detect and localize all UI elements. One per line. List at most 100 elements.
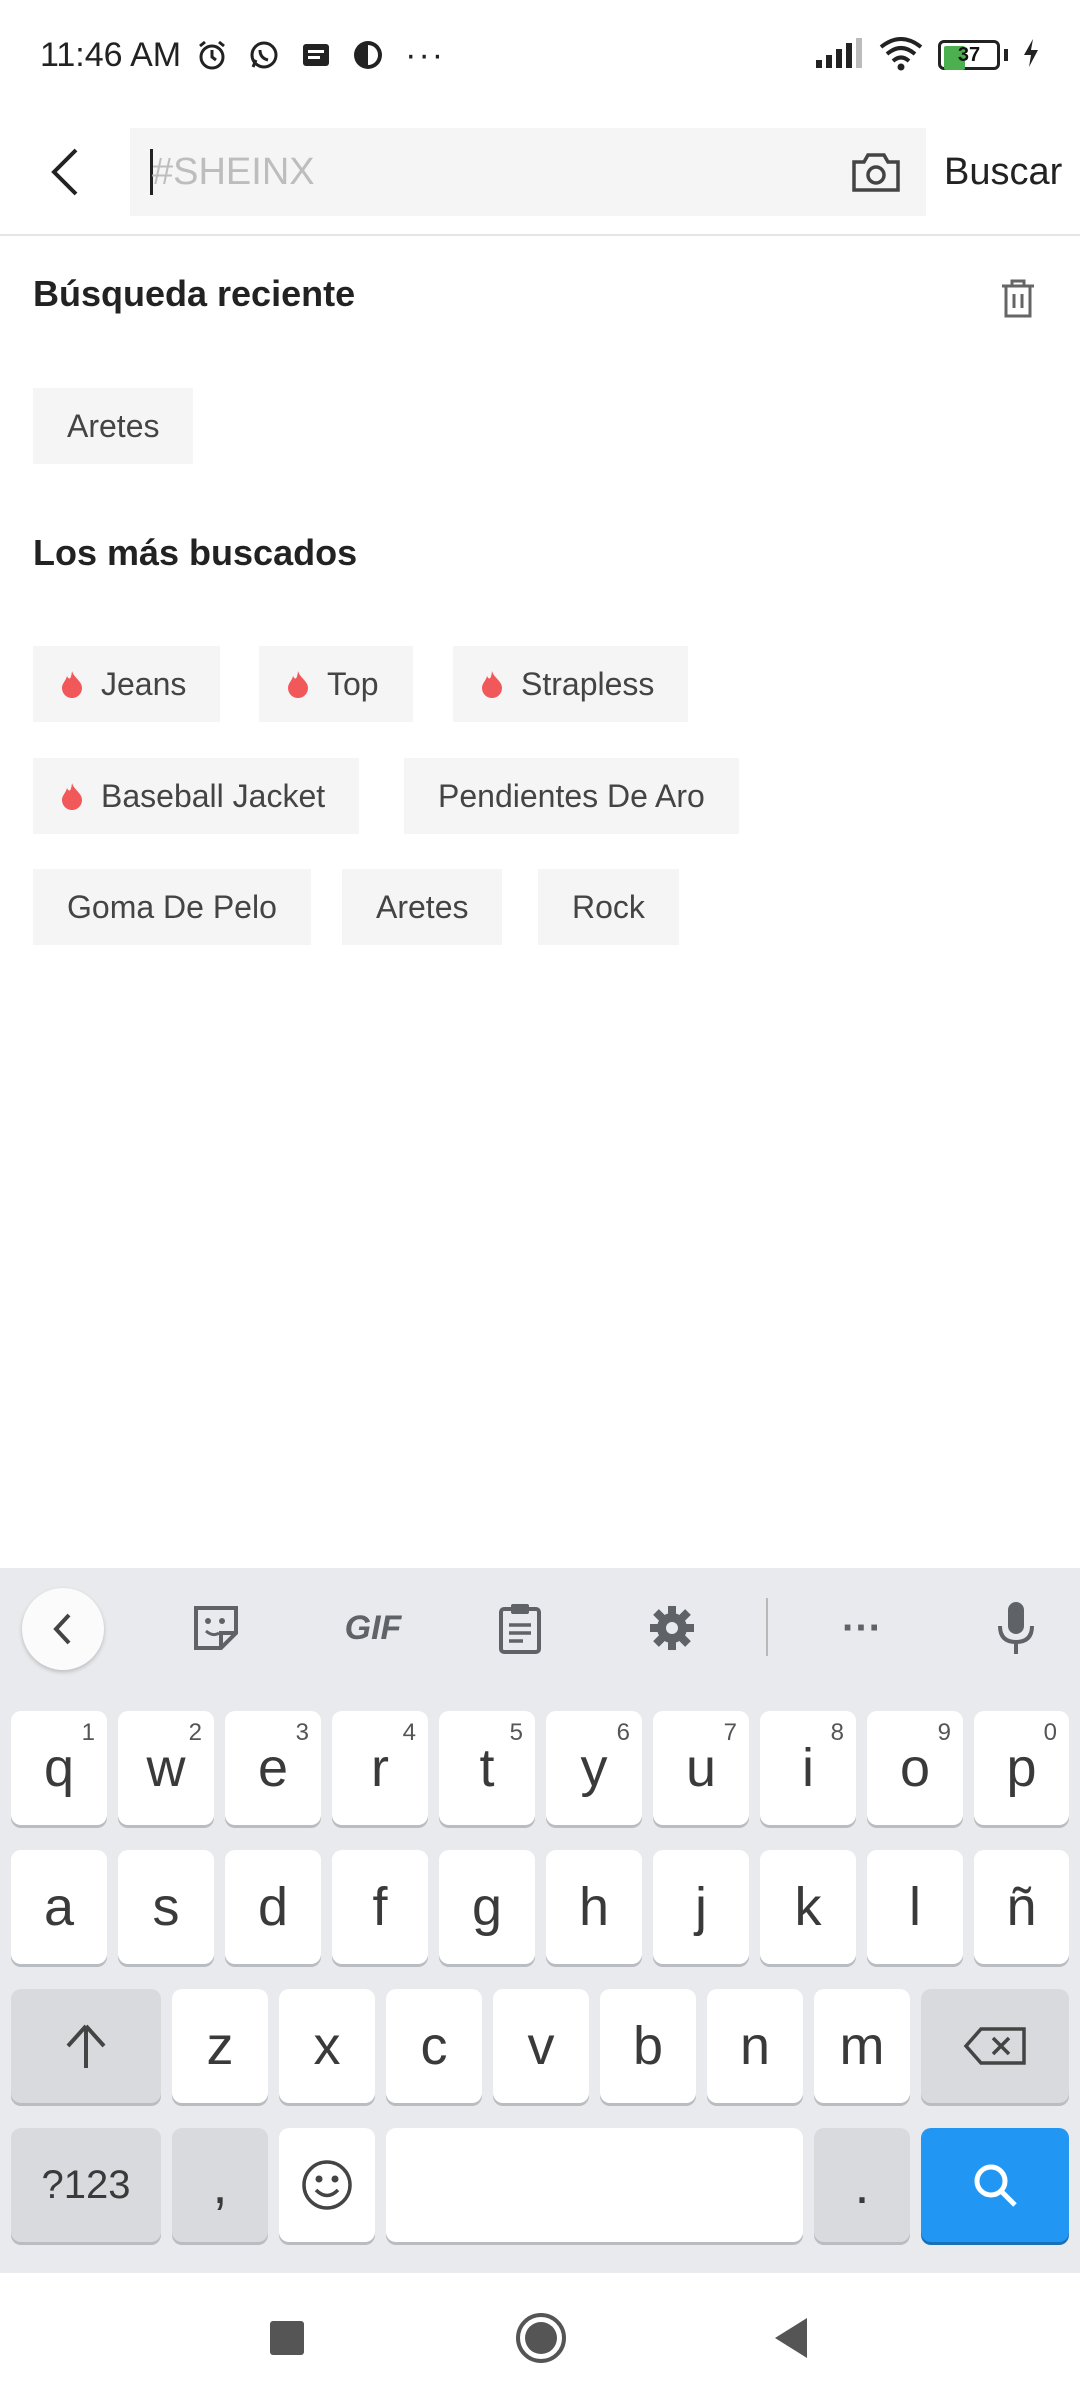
key-u[interactable]: u7	[653, 1711, 749, 1825]
popular-search-chip[interactable]: Top	[259, 646, 413, 722]
popular-search-chip[interactable]: Goma De Pelo	[33, 869, 311, 945]
back-button[interactable]	[16, 122, 116, 222]
key-label: y	[580, 1738, 608, 1798]
key-label: d	[257, 1877, 289, 1937]
camera-search-button[interactable]	[846, 142, 906, 202]
key-n[interactable]: n	[707, 1989, 803, 2103]
key-y[interactable]: y6	[546, 1711, 642, 1825]
gif-button[interactable]: GIF	[328, 1588, 418, 1668]
chip-label: Top	[327, 665, 379, 702]
popular-searches-title: Los más buscados	[33, 532, 358, 573]
search-header: Buscar	[0, 110, 1080, 236]
recents-button[interactable]	[252, 2303, 322, 2373]
chip-label: Goma De Pelo	[67, 888, 277, 925]
key-a[interactable]: a	[11, 1850, 107, 1964]
key-h[interactable]: h	[546, 1850, 642, 1964]
emoji-key[interactable]	[279, 2128, 375, 2242]
more-notifications-icon: ···	[405, 35, 446, 74]
key-hint: 5	[509, 1719, 523, 1746]
settings-button[interactable]	[632, 1588, 712, 1668]
whatsapp-icon	[247, 38, 281, 72]
key-v[interactable]: v	[493, 1989, 589, 2103]
key-label: u	[685, 1738, 717, 1798]
status-bar: 11:46 AM ··· 37	[0, 0, 1080, 110]
search-input[interactable]	[150, 150, 846, 194]
keyboard-toolbar: GIF ···	[0, 1568, 1080, 1688]
chip-label: Strapless	[521, 665, 655, 702]
popular-search-chip[interactable]: Rock	[538, 869, 679, 945]
key-g[interactable]: g	[439, 1850, 535, 1964]
key-label: q	[43, 1738, 75, 1798]
symbols-key[interactable]: ?123	[11, 2128, 161, 2242]
key-o[interactable]: o9	[867, 1711, 963, 1825]
key-t[interactable]: t5	[439, 1711, 535, 1825]
comma-key[interactable]: ,	[172, 2128, 268, 2242]
key-label: t	[479, 1738, 495, 1798]
key-j[interactable]: j	[653, 1850, 749, 1964]
home-button[interactable]	[506, 2303, 576, 2373]
voice-input-button[interactable]	[976, 1588, 1056, 1668]
recent-search-chip[interactable]: Aretes	[33, 388, 194, 464]
chip-label: Pendientes De Aro	[438, 777, 705, 814]
key-q[interactable]: q1	[11, 1711, 107, 1825]
wifi-icon	[878, 35, 924, 76]
back-nav-button[interactable]	[756, 2303, 826, 2373]
key-z[interactable]: z	[172, 1989, 268, 2103]
search-box[interactable]	[130, 128, 926, 216]
backspace-icon	[963, 2027, 1026, 2065]
key-c[interactable]: c	[386, 1989, 482, 2103]
search-action-key[interactable]	[921, 2128, 1069, 2242]
key-m[interactable]: m	[814, 1989, 910, 2103]
key-k[interactable]: k	[760, 1850, 856, 1964]
chip-label: Baseball Jacket	[101, 777, 326, 814]
key-b[interactable]: b	[600, 1989, 696, 2103]
key-d[interactable]: d	[225, 1850, 321, 1964]
key-label: x	[313, 2016, 341, 2076]
key-x[interactable]: x	[279, 1989, 375, 2103]
clear-history-button[interactable]	[992, 272, 1044, 324]
key-s[interactable]: s	[118, 1850, 214, 1964]
key-hint: 8	[830, 1719, 844, 1746]
key-label: l	[909, 1877, 921, 1937]
key-r[interactable]: r4	[332, 1711, 428, 1825]
key-label: k	[794, 1877, 822, 1937]
period-key[interactable]: .	[814, 2128, 910, 2242]
backspace-key[interactable]	[921, 1989, 1069, 2103]
popular-search-chip[interactable]: Pendientes De Aro	[404, 758, 739, 834]
key-label: e	[257, 1738, 289, 1798]
key-label: w	[146, 1738, 186, 1798]
battery-cap	[1004, 49, 1008, 61]
key-i[interactable]: i8	[760, 1711, 856, 1825]
key-f[interactable]: f	[332, 1850, 428, 1964]
search-button[interactable]: Buscar	[944, 151, 1062, 194]
navigation-bar	[0, 2273, 1080, 2400]
more-options-button[interactable]: ···	[822, 1588, 902, 1668]
space-key[interactable]	[386, 2128, 803, 2242]
signal-icon	[814, 36, 864, 75]
key-label: r	[371, 1738, 389, 1798]
square-icon	[270, 2321, 304, 2355]
key-p[interactable]: p0	[974, 1711, 1069, 1825]
popular-search-chip[interactable]: Aretes	[342, 869, 503, 945]
key-hint: 1	[81, 1719, 95, 1746]
recent-searches-title: Búsqueda reciente	[33, 273, 356, 314]
keyboard-back-button[interactable]	[22, 1588, 104, 1670]
key-l[interactable]: l	[867, 1850, 963, 1964]
key-label: f	[372, 1877, 388, 1937]
key-n-tilde[interactable]: ñ	[974, 1850, 1069, 1964]
key-e[interactable]: e3	[225, 1711, 321, 1825]
popular-search-chip[interactable]: Jeans	[33, 646, 221, 722]
popular-search-chip[interactable]: Baseball Jacket	[33, 758, 360, 834]
shift-key[interactable]	[11, 1989, 161, 2103]
key-hint: 4	[402, 1719, 416, 1746]
battery-icon: 37	[938, 40, 1000, 70]
popular-search-chip[interactable]: Strapless	[453, 646, 689, 722]
key-w[interactable]: w2	[118, 1711, 214, 1825]
sticker-button[interactable]	[176, 1588, 256, 1668]
key-label: o	[899, 1738, 931, 1798]
gear-icon	[650, 1606, 694, 1650]
clipboard-button[interactable]	[480, 1588, 560, 1668]
chip-label: Aretes	[67, 407, 160, 444]
shift-icon	[66, 2024, 106, 2068]
fire-icon	[482, 671, 502, 698]
